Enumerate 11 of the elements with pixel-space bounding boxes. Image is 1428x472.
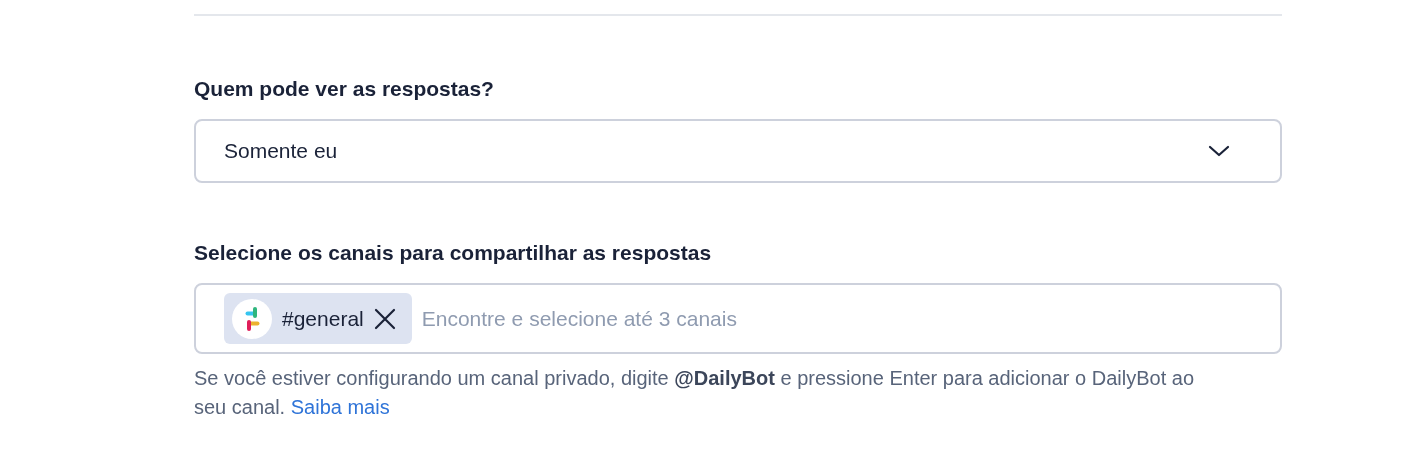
- learn-more-link[interactable]: Saiba mais: [290, 396, 390, 418]
- chevron-down-icon: [1208, 145, 1230, 157]
- visibility-dropdown[interactable]: Somente eu: [194, 119, 1282, 183]
- channel-tag: #general: [224, 293, 412, 344]
- remove-icon[interactable]: [373, 307, 396, 330]
- field-label: Quem pode ver as respostas?: [194, 76, 495, 102]
- channel-search-input[interactable]: Encontre e selecione até 3 canais: [419, 305, 1268, 332]
- field-label: Selecione os canais para compartilhar as respostas: [194, 240, 713, 266]
- help-text: Se você estiver configurando um canal privado, digite @DailyBot e pressione Enter para adicionar o DailyBot ao seu canal. Saiba mais: [194, 366, 1196, 420]
- slack-icon: [232, 298, 272, 339]
- channel-select-field[interactable]: #general Encontre e selecione até 3 canais: [194, 283, 1282, 354]
